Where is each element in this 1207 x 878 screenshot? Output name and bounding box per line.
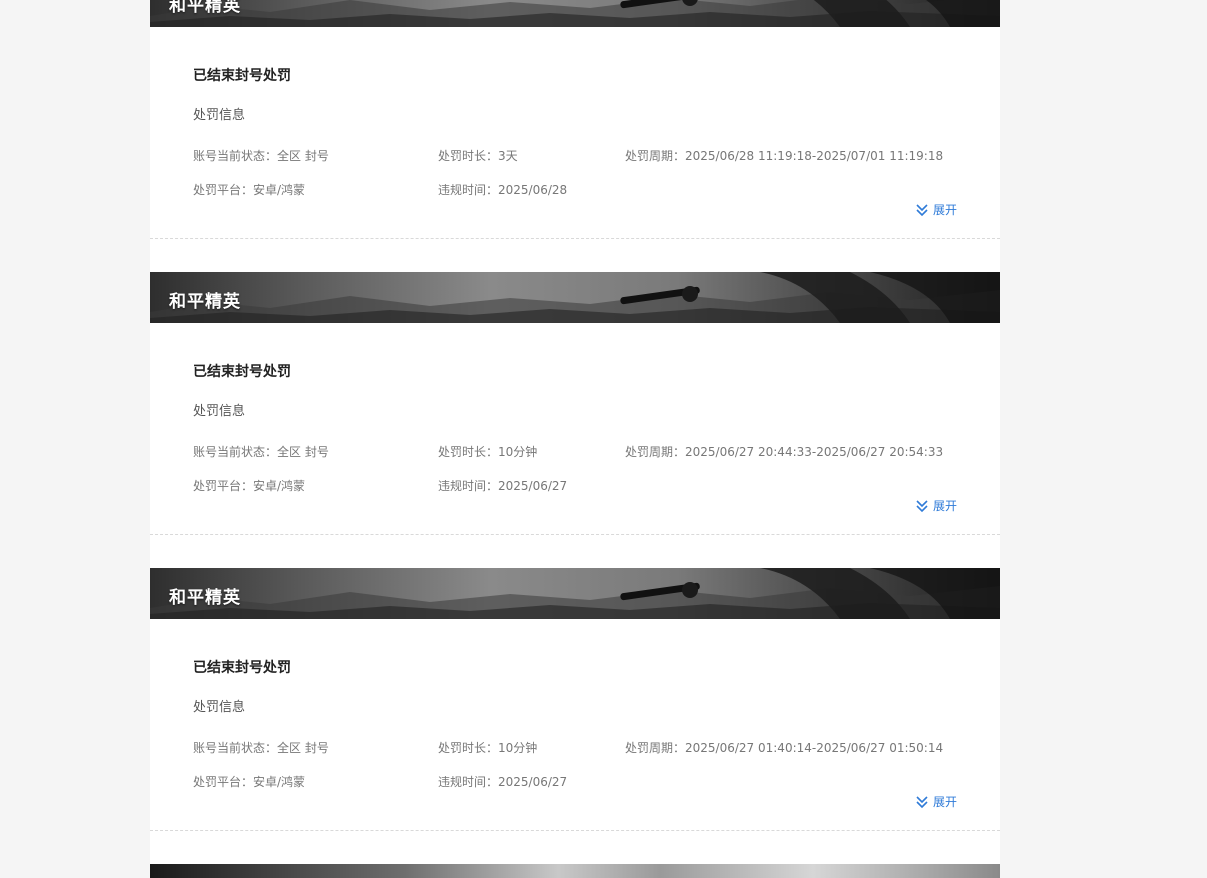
page: 和平精英 已结束封号处罚 处罚信息 账号当前状态：全区 封号 处罚时长：3天 处…	[0, 0, 1207, 878]
expand-button[interactable]: 展开	[915, 793, 957, 810]
penalty-platform-field: 处罚平台：安卓/鸿蒙	[193, 477, 305, 494]
account-status-field: 账号当前状态：全区 封号	[193, 739, 329, 756]
field-label: 账号当前状态：	[193, 445, 278, 459]
field-label: 处罚平台：	[193, 183, 254, 197]
field-label: 处罚周期：	[625, 149, 686, 163]
penalty-duration-value: 3天	[498, 149, 518, 163]
record-gap	[150, 831, 1000, 864]
record-gap	[150, 239, 1000, 272]
penalty-platform-field: 处罚平台：安卓/鸿蒙	[193, 773, 305, 790]
expand-label: 展开	[933, 203, 958, 217]
account-status-value: 全区 封号	[277, 149, 329, 163]
penalty-card: 已结束封号处罚 处罚信息 账号当前状态：全区 封号 处罚时长：10分钟 处罚周期…	[150, 323, 1000, 535]
penalty-period-field: 处罚周期：2025/06/27 01:40:14-2025/06/27 01:5…	[625, 739, 943, 756]
penalty-card: 已结束封号处罚 处罚信息 账号当前状态：全区 封号 处罚时长：10分钟 处罚周期…	[150, 619, 1000, 831]
violation-time-field: 违规时间：2025/06/27	[438, 477, 567, 494]
penalty-status-title: 已结束封号处罚	[193, 660, 291, 676]
penalty-status-title: 已结束封号处罚	[193, 68, 291, 84]
violation-time-value: 2025/06/28	[498, 183, 568, 197]
game-title: 和平精英	[169, 292, 241, 312]
penalty-record: 和平精英 已结束封号处罚 处罚信息 账号当前状态：全区 封号 处罚时长：10分钟…	[150, 568, 1000, 864]
penalty-platform-value: 安卓/鸿蒙	[253, 775, 306, 789]
penalty-record: 和平精英 已结束封号处罚 处罚信息 账号当前状态：全区 封号 处罚时长：3天 处…	[150, 0, 1000, 272]
penalty-platform-value: 安卓/鸿蒙	[253, 183, 306, 197]
expand-label: 展开	[933, 499, 958, 513]
field-label: 违规时间：	[438, 183, 499, 197]
record-gap	[150, 535, 1000, 568]
expand-label: 展开	[933, 795, 958, 809]
penalty-period-field: 处罚周期：2025/06/27 20:44:33-2025/06/27 20:5…	[625, 443, 943, 460]
penalty-period-field: 处罚周期：2025/06/28 11:19:18-2025/07/01 11:1…	[625, 147, 943, 164]
penalty-info-heading: 处罚信息	[193, 404, 246, 419]
penalty-status-title: 已结束封号处罚	[193, 364, 291, 380]
penalty-period-value: 2025/06/28 11:19:18-2025/07/01 11:19:18	[685, 149, 944, 163]
penalty-platform-field: 处罚平台：安卓/鸿蒙	[193, 181, 305, 198]
game-title: 和平精英	[169, 0, 241, 16]
penalty-record: 和平精英 已结束封号处罚 处罚信息 账号当前状态：全区 封号 处罚时长：10分钟…	[150, 272, 1000, 568]
expand-button[interactable]: 展开	[915, 201, 957, 218]
field-label: 处罚平台：	[193, 479, 254, 493]
penalty-duration-field: 处罚时长：10分钟	[438, 443, 537, 460]
account-status-value: 全区 封号	[277, 445, 329, 459]
field-label: 处罚平台：	[193, 775, 254, 789]
penalty-duration-value: 10分钟	[498, 741, 538, 755]
banner-scenery-image	[150, 272, 1000, 323]
banner-scenery-image	[150, 0, 1000, 27]
penalty-record-list: 和平精英 已结束封号处罚 处罚信息 账号当前状态：全区 封号 处罚时长：3天 处…	[150, 0, 1000, 878]
game-title: 和平精英	[169, 588, 241, 608]
penalty-duration-field: 处罚时长：10分钟	[438, 739, 537, 756]
game-banner: 和平精英	[150, 568, 1000, 619]
field-label: 处罚周期：	[625, 445, 686, 459]
penalty-duration-value: 10分钟	[498, 445, 538, 459]
field-label: 账号当前状态：	[193, 741, 278, 755]
penalty-info-heading: 处罚信息	[193, 108, 246, 123]
penalty-platform-value: 安卓/鸿蒙	[253, 479, 306, 493]
penalty-duration-field: 处罚时长：3天	[438, 147, 518, 164]
double-chevron-down-icon	[916, 795, 928, 808]
banner-scenery-image	[150, 568, 1000, 619]
field-label: 违规时间：	[438, 775, 499, 789]
violation-time-value: 2025/06/27	[498, 479, 568, 493]
field-label: 处罚时长：	[438, 741, 499, 755]
penalty-period-value: 2025/06/27 20:44:33-2025/06/27 20:54:33	[685, 445, 944, 459]
expand-button[interactable]: 展开	[915, 497, 957, 514]
violation-time-field: 违规时间：2025/06/27	[438, 773, 567, 790]
field-label: 账号当前状态：	[193, 149, 278, 163]
field-label: 处罚时长：	[438, 445, 499, 459]
game-banner: 和平精英	[150, 0, 1000, 27]
field-label: 违规时间：	[438, 479, 499, 493]
account-status-field: 账号当前状态：全区 封号	[193, 443, 329, 460]
account-status-value: 全区 封号	[277, 741, 329, 755]
field-label: 处罚时长：	[438, 149, 499, 163]
double-chevron-down-icon	[916, 203, 928, 216]
violation-time-value: 2025/06/27	[498, 775, 568, 789]
account-status-field: 账号当前状态：全区 封号	[193, 147, 329, 164]
violation-time-field: 违规时间：2025/06/28	[438, 181, 567, 198]
field-label: 处罚周期：	[625, 741, 686, 755]
penalty-info-heading: 处罚信息	[193, 700, 246, 715]
game-banner: 和平精英	[150, 272, 1000, 323]
penalty-period-value: 2025/06/27 01:40:14-2025/06/27 01:50:14	[685, 741, 944, 755]
double-chevron-down-icon	[916, 499, 928, 512]
next-record-banner	[150, 864, 1000, 878]
penalty-card: 已结束封号处罚 处罚信息 账号当前状态：全区 封号 处罚时长：3天 处罚周期：2…	[150, 27, 1000, 239]
